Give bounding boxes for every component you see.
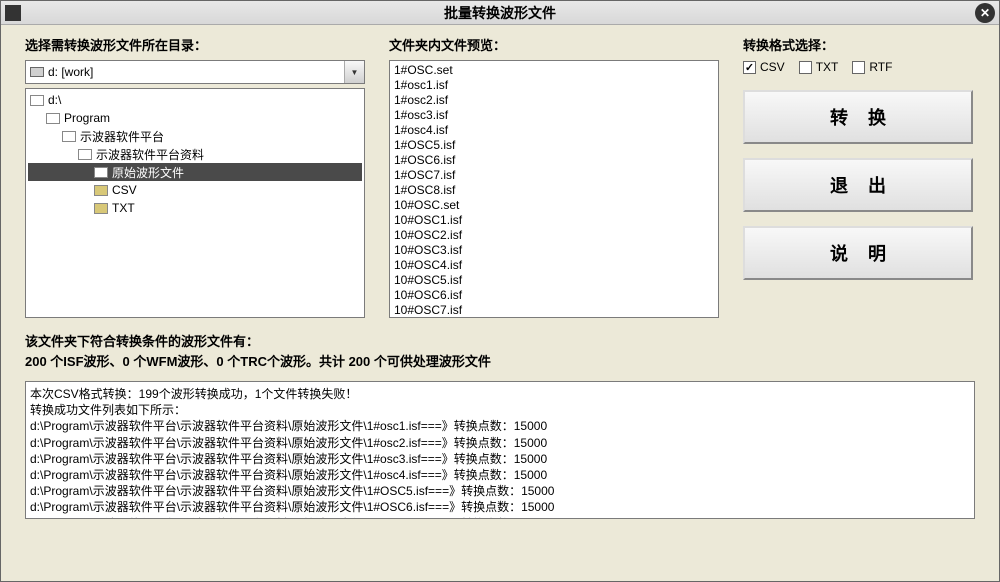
content-area: 选择需转换波形文件所在目录： d: [work] d:\Program 示波器软件…	[1, 25, 999, 529]
list-item[interactable]: 10#OSC3.isf	[394, 243, 714, 258]
list-item[interactable]: 1#OSC7.isf	[394, 168, 714, 183]
list-item[interactable]: 10#OSC.set	[394, 198, 714, 213]
folder-icon	[94, 167, 108, 178]
folder-icon	[46, 113, 60, 124]
file-listbox[interactable]: 1#OSC.set1#osc1.isf1#osc2.isf1#osc3.isf1…	[389, 60, 719, 318]
app-icon	[5, 5, 21, 21]
format-select-label: 转换格式选择：	[743, 35, 973, 54]
list-item[interactable]: 1#OSC8.isf	[394, 183, 714, 198]
tree-item[interactable]: 原始波形文件	[28, 163, 362, 181]
drive-icon	[30, 67, 44, 77]
checkbox-icon	[799, 61, 812, 74]
summary-text: 该文件夹下符合转换条件的波形文件有： 200 个ISF波形、0 个WFM波形、0…	[25, 332, 975, 371]
tree-item-label: 示波器软件平台	[80, 128, 164, 145]
drive-selected-label: d: [work]	[48, 65, 93, 79]
convert-button[interactable]: 转换	[743, 90, 973, 144]
log-textbox[interactable]: 本次CSV格式转换：199个波形转换成功，1个文件转换失败！ 转换成功文件列表如…	[25, 381, 975, 519]
app-window: 批量转换波形文件 ✕ 选择需转换波形文件所在目录： d: [work] d:\P…	[0, 0, 1000, 582]
tree-item[interactable]: CSV	[28, 181, 362, 199]
folder-icon	[94, 185, 108, 196]
checkbox-icon	[852, 61, 865, 74]
folder-icon	[30, 95, 44, 106]
dir-select-label: 选择需转换波形文件所在目录：	[25, 35, 365, 54]
top-row: 选择需转换波形文件所在目录： d: [work] d:\Program 示波器软件…	[25, 35, 975, 318]
list-item[interactable]: 10#OSC5.isf	[394, 273, 714, 288]
txt-label: TXT	[816, 60, 839, 74]
list-item[interactable]: 10#OSC4.isf	[394, 258, 714, 273]
list-item[interactable]: 1#osc4.isf	[394, 123, 714, 138]
exit-button[interactable]: 退出	[743, 158, 973, 212]
list-item[interactable]: 10#OSC1.isf	[394, 213, 714, 228]
rtf-label: RTF	[869, 60, 892, 74]
list-item[interactable]: 1#osc1.isf	[394, 78, 714, 93]
list-item[interactable]: 1#osc2.isf	[394, 93, 714, 108]
list-item[interactable]: 1#OSC.set	[394, 63, 714, 78]
window-title: 批量转换波形文件	[25, 3, 975, 23]
file-preview-label: 文件夹内文件预览：	[389, 35, 719, 54]
summary-line1: 该文件夹下符合转换条件的波形文件有：	[25, 332, 975, 352]
list-item[interactable]: 10#OSC2.isf	[394, 228, 714, 243]
list-item[interactable]: 1#OSC6.isf	[394, 153, 714, 168]
tree-item-label: CSV	[112, 183, 137, 197]
tree-item-label: 原始波形文件	[112, 164, 184, 181]
txt-checkbox[interactable]: TXT	[799, 60, 839, 74]
tree-item[interactable]: 示波器软件平台	[28, 127, 362, 145]
preview-column: 文件夹内文件预览： 1#OSC.set1#osc1.isf1#osc2.isf1…	[389, 35, 719, 318]
rtf-checkbox[interactable]: RTF	[852, 60, 892, 74]
drive-select-text: d: [work]	[26, 65, 344, 79]
tree-item-label: Program	[64, 111, 110, 125]
list-item[interactable]: 1#OSC5.isf	[394, 138, 714, 153]
folder-icon	[78, 149, 92, 160]
list-item[interactable]: 10#OSC6.isf	[394, 288, 714, 303]
drive-select[interactable]: d: [work]	[25, 60, 365, 84]
titlebar: 批量转换波形文件 ✕	[1, 1, 999, 25]
tree-item[interactable]: Program	[28, 109, 362, 127]
csv-checkbox[interactable]: CSV	[743, 60, 785, 74]
summary-line2: 200 个ISF波形、0 个WFM波形、0 个TRC个波形。共计 200 个可供…	[25, 352, 975, 372]
format-checkbox-row: CSV TXT RTF	[743, 60, 973, 74]
directory-column: 选择需转换波形文件所在目录： d: [work] d:\Program 示波器软件…	[25, 35, 365, 318]
list-item[interactable]: 1#osc3.isf	[394, 108, 714, 123]
options-column: 转换格式选择： CSV TXT RTF 转换 退出	[743, 35, 973, 318]
close-button[interactable]: ✕	[975, 3, 995, 23]
tree-item-label: TXT	[112, 201, 135, 215]
help-button[interactable]: 说明	[743, 226, 973, 280]
tree-item[interactable]: TXT	[28, 199, 362, 217]
checkbox-icon	[743, 61, 756, 74]
folder-icon	[94, 203, 108, 214]
csv-label: CSV	[760, 60, 785, 74]
directory-tree[interactable]: d:\Program 示波器软件平台示波器软件平台资料原始波形文件 CSV TXT	[25, 88, 365, 318]
tree-item-label: d:\	[48, 93, 61, 107]
dropdown-arrow-icon[interactable]	[344, 61, 364, 83]
folder-icon	[62, 131, 76, 142]
list-item[interactable]: 10#OSC7.isf	[394, 303, 714, 318]
tree-item[interactable]: d:\	[28, 91, 362, 109]
tree-item-label: 示波器软件平台资料	[96, 146, 204, 163]
tree-item[interactable]: 示波器软件平台资料	[28, 145, 362, 163]
